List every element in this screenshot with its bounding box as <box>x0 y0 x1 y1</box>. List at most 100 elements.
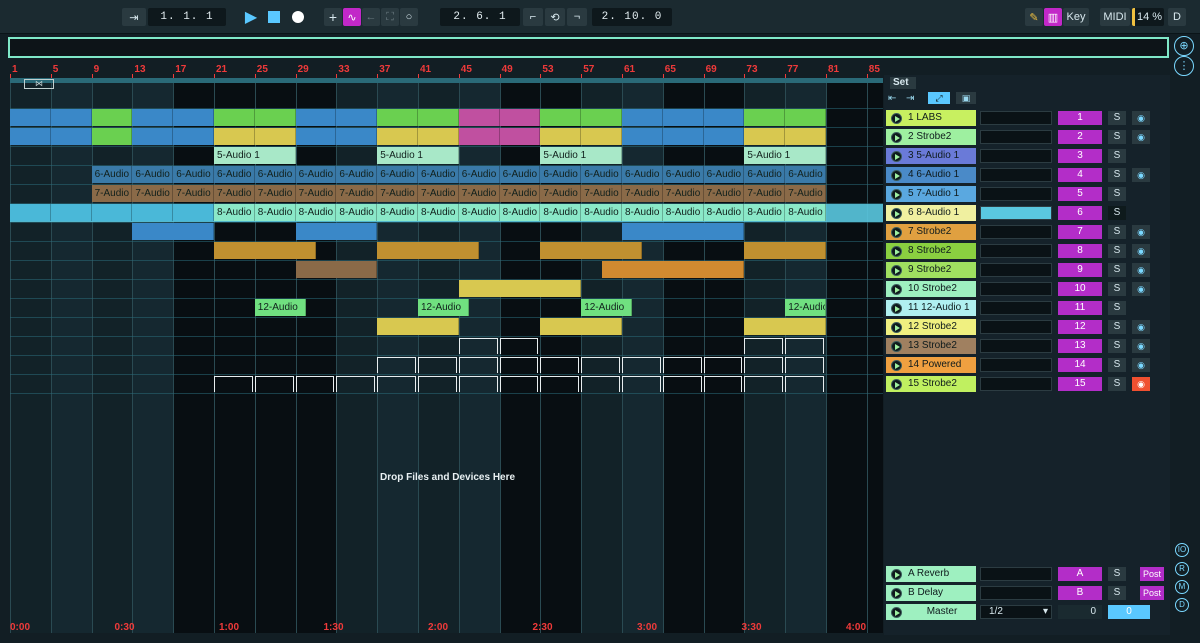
clip[interactable]: 6-Audio <box>91 166 133 183</box>
arrow-right-icon[interactable]: ⇥ <box>906 93 914 104</box>
clip[interactable] <box>703 128 745 145</box>
position-display[interactable]: 1. 1. 1 <box>148 8 226 26</box>
track-row[interactable]: 11 12-Audio 1 11 S <box>884 299 1170 317</box>
midi-button[interactable]: MIDI <box>1100 8 1130 26</box>
track-name[interactable]: 4 6-Audio 1 <box>886 167 976 183</box>
clip[interactable] <box>214 242 316 259</box>
pencil-icon[interactable]: ✎ <box>1025 8 1043 26</box>
clip[interactable]: 5-Audio 1 <box>540 147 622 164</box>
clip[interactable]: 6-Audio <box>744 166 786 183</box>
clip[interactable] <box>50 128 92 145</box>
clip[interactable]: 6-Audio <box>132 166 174 183</box>
key-button[interactable]: Key <box>1063 8 1089 26</box>
clip[interactable]: 6-Audio <box>254 166 296 183</box>
empty-clip-outline[interactable] <box>499 376 539 392</box>
clip[interactable]: 7-Audio 1 <box>295 185 337 202</box>
return-track-name[interactable]: B Delay <box>886 585 976 601</box>
clip[interactable] <box>458 280 582 297</box>
solo-button[interactable]: S <box>1108 301 1126 315</box>
track-play-icon[interactable] <box>891 246 902 257</box>
post-button[interactable]: Post <box>1140 567 1164 581</box>
track-row[interactable]: 15 Strobe2 15 S ◉ <box>884 375 1170 393</box>
clip[interactable] <box>458 128 500 145</box>
track-name[interactable]: 9 Strobe2 <box>886 262 976 278</box>
track-number[interactable]: 11 <box>1058 301 1102 315</box>
empty-clip-outline[interactable] <box>418 376 457 392</box>
arm-icon[interactable]: ◉ <box>1132 377 1150 391</box>
loop-icon[interactable]: ⟲ <box>545 8 565 26</box>
clip[interactable] <box>295 109 337 126</box>
track-play-icon[interactable] <box>891 379 902 390</box>
clip[interactable]: 8-Audio <box>418 204 459 221</box>
empty-clip-outline[interactable] <box>744 357 784 373</box>
solo-button[interactable]: S <box>1108 339 1126 353</box>
scroll-icon[interactable]: ⋮ <box>1174 56 1194 76</box>
zoom-icon[interactable]: ⊕ <box>1174 36 1194 56</box>
stop-button[interactable] <box>265 8 283 26</box>
clip[interactable] <box>499 109 541 126</box>
track-number[interactable]: 6 <box>1058 206 1102 220</box>
clip[interactable] <box>785 109 826 126</box>
loop-length-display[interactable]: 2. 10. 0 <box>592 8 672 26</box>
solo-button[interactable]: S <box>1108 168 1126 182</box>
clip[interactable] <box>132 204 174 221</box>
track-number[interactable]: 1 <box>1058 111 1102 125</box>
solo-button[interactable]: S <box>1108 149 1126 163</box>
clip[interactable]: 8-Audio <box>336 204 378 221</box>
track-io-box[interactable] <box>980 282 1052 296</box>
clip[interactable]: 7-Audio 1 <box>91 185 133 202</box>
track-number[interactable]: 7 <box>1058 225 1102 239</box>
empty-clip-outline[interactable] <box>785 338 824 354</box>
empty-clip-outline[interactable] <box>744 338 784 354</box>
empty-clip-outline[interactable] <box>295 376 335 392</box>
io-toggle-icon[interactable]: IO <box>1175 543 1189 557</box>
clip[interactable]: 12-Audio <box>581 299 633 316</box>
post-button[interactable]: Post <box>1140 586 1164 600</box>
plus-icon[interactable]: + <box>324 8 342 26</box>
clip[interactable] <box>662 128 704 145</box>
clip[interactable] <box>377 128 418 145</box>
clip[interactable] <box>540 109 582 126</box>
return-track-name[interactable]: A Reverb <box>886 566 976 582</box>
track-row[interactable]: 9 Strobe2 9 S ◉ <box>884 261 1170 279</box>
clip[interactable] <box>91 109 133 126</box>
clip[interactable] <box>581 109 622 126</box>
track-io-box[interactable] <box>980 263 1052 277</box>
solo-button[interactable]: S <box>1108 586 1126 600</box>
solo-button[interactable]: S <box>1108 244 1126 258</box>
clip[interactable] <box>173 128 214 145</box>
track-row[interactable]: 6 8-Audio 1 6 S <box>884 204 1170 222</box>
clip[interactable]: 7-Audio 1 <box>132 185 174 202</box>
clip[interactable]: 8-Audio <box>377 204 418 221</box>
clip[interactable] <box>91 204 133 221</box>
empty-clip-outline[interactable] <box>499 357 539 373</box>
return-track-row[interactable]: B Delay B S Post <box>884 584 1170 602</box>
track-io-box[interactable] <box>980 168 1052 182</box>
clip[interactable] <box>744 242 826 259</box>
clip[interactable] <box>132 223 214 240</box>
empty-clip-outline[interactable] <box>458 338 498 354</box>
master-track-name[interactable]: Master <box>886 604 976 620</box>
clip[interactable]: 8-Audio <box>540 204 582 221</box>
clip[interactable] <box>622 223 745 240</box>
track-io-box[interactable] <box>980 301 1052 315</box>
solo-button[interactable]: S <box>1108 130 1126 144</box>
track-name[interactable]: 13 Strobe2 <box>886 338 976 354</box>
clip[interactable] <box>10 109 51 126</box>
track-name[interactable]: 3 5-Audio 1 <box>886 148 976 164</box>
clip[interactable] <box>50 204 92 221</box>
clip[interactable] <box>295 261 378 278</box>
clip[interactable] <box>744 109 786 126</box>
clip[interactable]: 7-Audio 1 <box>703 185 745 202</box>
track-row[interactable]: 10 Strobe2 10 S ◉ <box>884 280 1170 298</box>
clip[interactable]: 8-Audio <box>622 204 663 221</box>
track-row[interactable]: 4 6-Audio 1 4 S ◉ <box>884 166 1170 184</box>
clip[interactable] <box>132 109 174 126</box>
clip[interactable] <box>458 109 500 126</box>
return-letter[interactable]: A <box>1058 567 1102 581</box>
clip[interactable] <box>540 128 582 145</box>
track-play-icon[interactable] <box>891 170 902 181</box>
bar-ruler[interactable]: 1 5 9 13 17 21 25 29 33 37 41 45 49 53 57 61 65 69 73 77 81 8… <box>10 64 883 78</box>
clip[interactable]: 8-Audio <box>785 204 826 221</box>
clip[interactable]: 7-Audio 1 <box>581 185 622 202</box>
